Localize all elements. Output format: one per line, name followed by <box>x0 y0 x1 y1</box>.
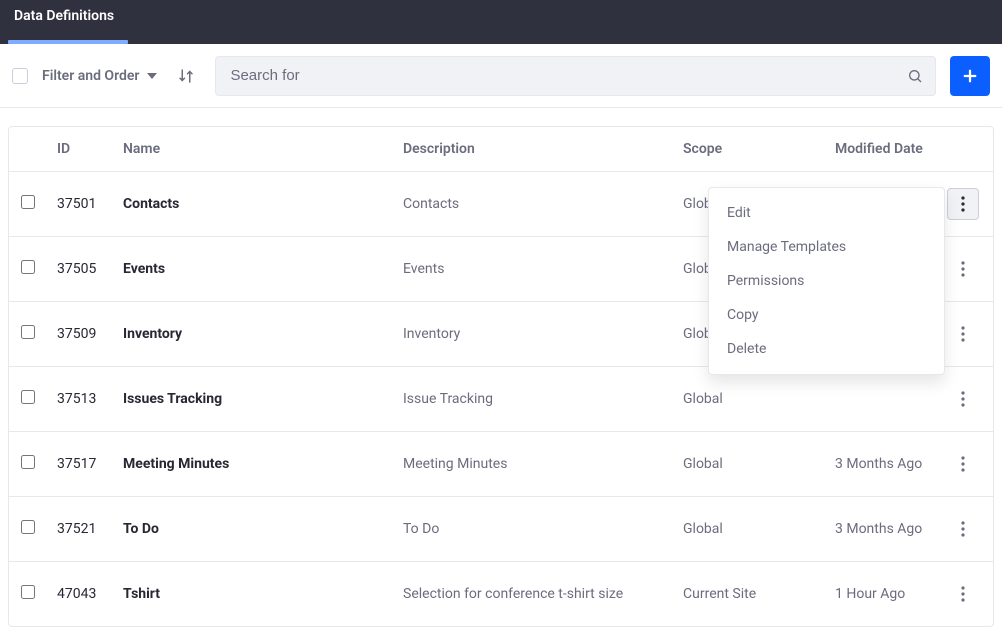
table-row[interactable]: 37521 To Do To Do Global 3 Months Ago <box>9 497 993 562</box>
tab-active-indicator <box>8 40 128 44</box>
row-checkbox[interactable] <box>21 390 35 404</box>
row-actions-button[interactable] <box>947 318 979 350</box>
cell-id: 37513 <box>57 391 123 407</box>
tab-data-definitions[interactable]: Data Definitions <box>0 0 128 44</box>
cell-name[interactable]: Issues Tracking <box>123 391 403 407</box>
menu-edit[interactable]: Edit <box>709 196 944 230</box>
cell-description: Contacts <box>403 196 683 212</box>
cell-scope: Global <box>683 391 835 407</box>
cell-id: 37501 <box>57 196 123 212</box>
toolbar: Filter and Order <box>0 44 1002 108</box>
cell-description: To Do <box>403 521 683 537</box>
cell-scope: Global <box>683 521 835 537</box>
ellipsis-v-icon <box>961 326 965 342</box>
cell-name[interactable]: Contacts <box>123 196 403 212</box>
menu-copy[interactable]: Copy <box>709 298 944 332</box>
col-header-id[interactable]: ID <box>57 141 123 157</box>
ellipsis-v-icon <box>961 456 965 472</box>
cell-id: 37521 <box>57 521 123 537</box>
row-actions-button[interactable] <box>947 383 979 415</box>
row-checkbox[interactable] <box>21 325 35 339</box>
cell-name[interactable]: Tshirt <box>123 586 403 602</box>
row-checkbox[interactable] <box>21 520 35 534</box>
row-actions-button[interactable] <box>947 578 979 610</box>
row-checkbox[interactable] <box>21 585 35 599</box>
table-row[interactable]: 37513 Issues Tracking Issue Tracking Glo… <box>9 367 993 432</box>
col-header-description[interactable]: Description <box>403 141 683 157</box>
search-input[interactable] <box>228 66 907 85</box>
cell-scope: Current Site <box>683 586 835 602</box>
cell-modified: 3 Months Ago <box>835 456 945 472</box>
ellipsis-v-icon <box>961 521 965 537</box>
add-button[interactable] <box>950 56 990 96</box>
plus-icon <box>961 67 979 85</box>
menu-delete[interactable]: Delete <box>709 332 944 366</box>
select-all-checkbox[interactable] <box>12 68 28 84</box>
tab-label: Data Definitions <box>14 8 114 24</box>
filter-order-dropdown[interactable]: Filter and Order <box>42 68 157 84</box>
cell-scope: Global <box>683 456 835 472</box>
ellipsis-v-icon <box>961 391 965 407</box>
row-actions-button[interactable] <box>947 513 979 545</box>
cell-description: Issue Tracking <box>403 391 683 407</box>
cell-id: 37517 <box>57 456 123 472</box>
cell-name[interactable]: Inventory <box>123 326 403 342</box>
sort-icon <box>177 67 195 85</box>
row-checkbox[interactable] <box>21 455 35 469</box>
table-header: ID Name Description Scope Modified Date <box>9 127 993 172</box>
row-actions-button[interactable] <box>947 188 979 220</box>
row-actions-menu: Edit Manage Templates Permissions Copy D… <box>708 187 945 375</box>
filter-order-label: Filter and Order <box>42 68 139 84</box>
cell-id: 47043 <box>57 586 123 602</box>
cell-description: Inventory <box>403 326 683 342</box>
col-header-modified[interactable]: Modified Date <box>835 141 945 157</box>
col-header-name[interactable]: Name <box>123 141 403 157</box>
row-checkbox[interactable] <box>21 195 35 209</box>
caret-down-icon <box>147 73 157 79</box>
ellipsis-v-icon <box>961 586 965 602</box>
cell-modified: 3 Months Ago <box>835 521 945 537</box>
table-row[interactable]: 37517 Meeting Minutes Meeting Minutes Gl… <box>9 432 993 497</box>
cell-id: 37509 <box>57 326 123 342</box>
row-actions-button[interactable] <box>947 448 979 480</box>
row-actions-button[interactable] <box>947 253 979 285</box>
cell-name[interactable]: To Do <box>123 521 403 537</box>
ellipsis-v-icon <box>961 196 965 212</box>
cell-id: 37505 <box>57 261 123 277</box>
cell-modified: 1 Hour Ago <box>835 586 945 602</box>
cell-name[interactable]: Meeting Minutes <box>123 456 403 472</box>
cell-description: Events <box>403 261 683 277</box>
menu-manage-templates[interactable]: Manage Templates <box>709 230 944 264</box>
tabbar: Data Definitions <box>0 0 1002 44</box>
ellipsis-v-icon <box>961 261 965 277</box>
table-row[interactable]: 47043 Tshirt Selection for conference t-… <box>9 562 993 626</box>
cell-name[interactable]: Events <box>123 261 403 277</box>
search-field[interactable] <box>215 56 936 96</box>
menu-permissions[interactable]: Permissions <box>709 264 944 298</box>
col-header-scope[interactable]: Scope <box>683 141 835 157</box>
cell-description: Selection for conference t-shirt size <box>403 586 683 602</box>
row-checkbox[interactable] <box>21 260 35 274</box>
sort-button[interactable] <box>171 61 201 91</box>
search-icon <box>907 68 923 84</box>
cell-description: Meeting Minutes <box>403 456 683 472</box>
